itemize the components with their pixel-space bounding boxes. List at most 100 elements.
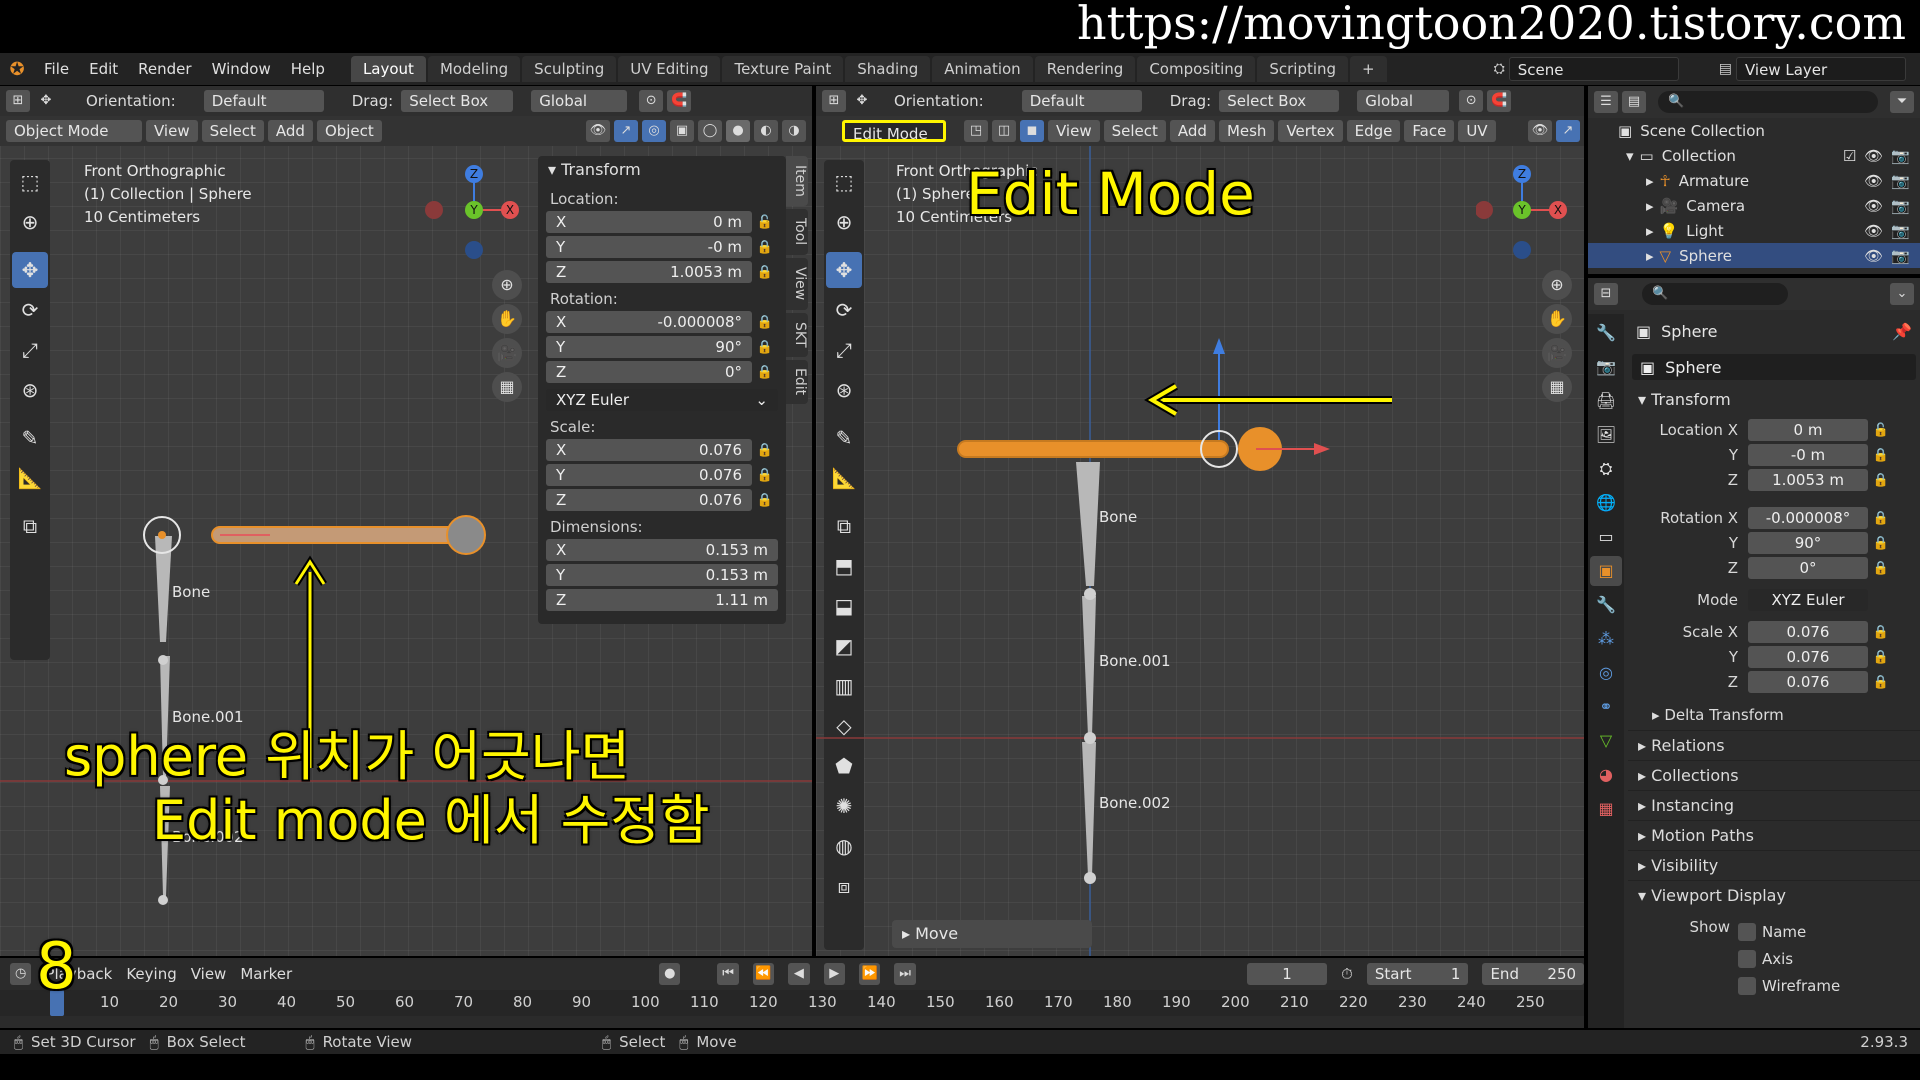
- eye-icon[interactable]: 👁: [1864, 197, 1883, 215]
- play-reverse-icon[interactable]: ◀: [788, 963, 810, 985]
- editor-type-icon[interactable]: ⊟: [1594, 283, 1618, 305]
- lock-icon[interactable]: 🔒: [1868, 625, 1894, 640]
- tab-animation[interactable]: Animation: [932, 56, 1033, 82]
- viewport-display-section[interactable]: ▾ Viewport Display: [1628, 880, 1920, 910]
- lock-icon[interactable]: 🔒: [1868, 536, 1894, 551]
- rotation-y-field[interactable]: Y 90°: [546, 336, 752, 358]
- relations-section[interactable]: ▸ Relations: [1628, 730, 1920, 760]
- eye-icon[interactable]: 👁: [1864, 247, 1883, 265]
- tab-compositing[interactable]: Compositing: [1137, 56, 1256, 82]
- properties-search-input[interactable]: 🔍: [1642, 283, 1788, 305]
- camera-render-icon[interactable]: 📷: [1891, 222, 1910, 240]
- lock-icon[interactable]: 🔒: [752, 315, 778, 330]
- lock-icon[interactable]: 🔒: [752, 493, 778, 508]
- location-x-field[interactable]: X 0 m: [546, 211, 752, 233]
- add-workspace-button[interactable]: +: [1350, 56, 1387, 82]
- tab-view[interactable]: View: [786, 258, 808, 310]
- start-frame-field[interactable]: Start 1: [1366, 963, 1469, 985]
- editor-type-icon[interactable]: ☰: [1594, 91, 1618, 113]
- output-props-icon[interactable]: 🖨: [1590, 386, 1622, 416]
- location-z-field[interactable]: Z 1.0053 m: [546, 261, 752, 283]
- transform-panel-header[interactable]: ▾ Transform: [538, 156, 786, 184]
- rotation-z-input[interactable]: 0°: [1748, 557, 1868, 579]
- scale-z-input[interactable]: 0.076: [1748, 671, 1868, 693]
- tab-edit[interactable]: Edit: [786, 360, 808, 404]
- outliner-item-light[interactable]: ▸ 💡 Light 👁 📷: [1588, 218, 1920, 243]
- lock-icon[interactable]: 🔒: [1868, 473, 1894, 488]
- filter-icon[interactable]: ⏷: [1890, 91, 1914, 113]
- scene-selector[interactable]: Scene: [1508, 57, 1679, 81]
- editor-type-icon[interactable]: ◷: [10, 963, 32, 985]
- lock-icon[interactable]: 🔒: [1868, 650, 1894, 665]
- scale-x-field[interactable]: X 0.076: [546, 439, 752, 461]
- dimensions-y-field[interactable]: Y 0.153 m: [546, 564, 778, 586]
- last-operator-panel[interactable]: ▸ Move: [892, 920, 1092, 948]
- prev-keyframe-icon[interactable]: ⏪: [752, 963, 775, 985]
- particles-props-icon[interactable]: ⁂: [1590, 624, 1622, 654]
- scale-y-field[interactable]: Y 0.076: [546, 464, 752, 486]
- material-props-icon[interactable]: ◕: [1590, 760, 1622, 790]
- menu-keying[interactable]: Keying: [126, 965, 176, 983]
- outliner-collection[interactable]: ▾ ▭ Collection ☑ 👁 📷: [1588, 143, 1920, 168]
- outliner-search-input[interactable]: 🔍: [1658, 91, 1878, 113]
- rotation-x-input[interactable]: -0.000008°: [1748, 507, 1868, 529]
- menu-file[interactable]: File: [34, 53, 79, 85]
- dimensions-z-field[interactable]: Z 1.11 m: [546, 589, 778, 611]
- tab-layout[interactable]: Layout: [350, 56, 426, 82]
- scene-props-icon[interactable]: ⛭: [1590, 454, 1622, 484]
- show-name-checkbox[interactable]: Name: [1738, 918, 1840, 945]
- collections-section[interactable]: ▸ Collections: [1628, 760, 1920, 790]
- tab-tool[interactable]: Tool: [786, 209, 808, 255]
- end-frame-field[interactable]: End 250: [1482, 963, 1585, 985]
- checkbox-icon[interactable]: ☑: [1843, 147, 1856, 165]
- lock-icon[interactable]: 🔒: [1868, 511, 1894, 526]
- rotation-z-field[interactable]: Z 0°: [546, 361, 752, 383]
- rotation-mode-dropdown[interactable]: XYZ Euler ⌄: [546, 389, 778, 411]
- tab-texture-paint[interactable]: Texture Paint: [722, 56, 844, 82]
- scale-x-input[interactable]: 0.076: [1748, 621, 1868, 643]
- render-props-icon[interactable]: 📷: [1590, 352, 1622, 382]
- jump-end-icon[interactable]: ⏭: [894, 963, 916, 985]
- scale-z-field[interactable]: Z 0.076: [546, 489, 752, 511]
- tab-uv-editing[interactable]: UV Editing: [618, 56, 721, 82]
- tool-settings-icon[interactable]: 🔧: [1590, 318, 1622, 348]
- lock-icon[interactable]: 🔒: [752, 265, 778, 280]
- rotation-x-field[interactable]: X -0.000008°: [546, 311, 752, 333]
- menu-edit[interactable]: Edit: [79, 53, 128, 85]
- visibility-section[interactable]: ▸ Visibility: [1628, 850, 1920, 880]
- lock-icon[interactable]: 🔒: [752, 240, 778, 255]
- outliner-item-armature[interactable]: ▸ ☥ Armature 👁 📷: [1588, 168, 1920, 193]
- camera-render-icon[interactable]: 📷: [1891, 247, 1910, 265]
- data-props-icon[interactable]: ▽: [1590, 726, 1622, 756]
- view-layer-props-icon[interactable]: 🖼: [1590, 420, 1622, 450]
- camera-render-icon[interactable]: 📷: [1891, 197, 1910, 215]
- lock-icon[interactable]: 🔒: [1868, 448, 1894, 463]
- chevron-down-icon[interactable]: ⌄: [1890, 283, 1914, 305]
- tab-modeling[interactable]: Modeling: [427, 56, 521, 82]
- camera-render-icon[interactable]: 📷: [1891, 172, 1910, 190]
- blender-logo-icon[interactable]: ✪: [0, 59, 34, 80]
- location-y-input[interactable]: -0 m: [1748, 444, 1868, 466]
- display-mode-icon[interactable]: ▤: [1622, 91, 1646, 113]
- constraints-props-icon[interactable]: ⚭: [1590, 692, 1622, 722]
- tab-shading[interactable]: Shading: [845, 56, 931, 82]
- outliner-item-camera[interactable]: ▸ 🎥 Camera 👁 📷: [1588, 193, 1920, 218]
- lock-icon[interactable]: 🔒: [752, 443, 778, 458]
- menu-marker[interactable]: Marker: [240, 965, 292, 983]
- lock-icon[interactable]: 🔒: [752, 340, 778, 355]
- camera-render-icon[interactable]: 📷: [1891, 147, 1910, 165]
- view-layer-selector[interactable]: View Layer: [1736, 57, 1906, 81]
- instancing-section[interactable]: ▸ Instancing: [1628, 790, 1920, 820]
- eye-icon[interactable]: 👁: [1864, 172, 1883, 190]
- pin-icon[interactable]: 📌: [1892, 322, 1912, 341]
- record-icon[interactable]: ●: [659, 963, 681, 985]
- timeline-ruler[interactable]: 10 20 30 40 50 60 70 80 90 100 110 120 130 140 150 160 1…: [0, 990, 1584, 1016]
- lock-icon[interactable]: 🔒: [752, 365, 778, 380]
- collection-props-icon[interactable]: ▭: [1590, 522, 1622, 552]
- object-name-field[interactable]: ▣ Sphere: [1632, 354, 1916, 380]
- tab-sculpting[interactable]: Sculpting: [522, 56, 617, 82]
- world-props-icon[interactable]: 🌐: [1590, 488, 1622, 518]
- menu-render[interactable]: Render: [128, 53, 201, 85]
- object-props-icon[interactable]: ▣: [1590, 556, 1622, 586]
- tab-scripting[interactable]: Scripting: [1257, 56, 1349, 82]
